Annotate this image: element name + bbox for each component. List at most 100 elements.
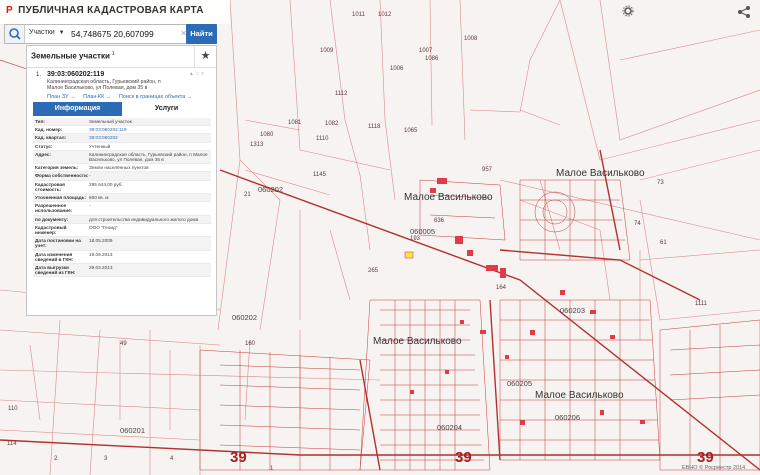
district-label: 39 (697, 449, 714, 466)
info-value: 19.09.2013 (89, 251, 113, 257)
tab-services[interactable]: Услуги (122, 102, 211, 116)
results-panel: Земельные участки 1 ★ 1. 39:03:060202:119… (26, 45, 217, 316)
info-row: Кадастровый инженер: ООО "Геоид" (33, 224, 211, 238)
info-row: Уточненная площадь: 600 кв. м (33, 194, 211, 203)
parcel-number: 1111 (695, 301, 708, 307)
info-row: Дата выгрузки сведений из ГКН: 29.03.2013 (33, 264, 211, 278)
result-cad-number[interactable]: 39:03:060202:119 (47, 71, 212, 78)
share-icon[interactable] (737, 5, 751, 19)
quarter-label: 060201 (120, 426, 145, 435)
parcel-number: 21 (244, 192, 251, 198)
quarter-label: 060202 (232, 313, 257, 322)
selected-parcel-highlight (404, 251, 414, 259)
quarter-label: 060206 (555, 413, 580, 422)
info-key: Форма собственности: (35, 173, 89, 179)
plan-kk-link[interactable]: План КК → (83, 94, 111, 100)
result-address: Калининградская область, Гурьевский райо… (47, 79, 161, 91)
favorite-star-icon[interactable]: ★ (194, 46, 216, 68)
result-count: 1 (111, 51, 115, 57)
parcel-number: 957 (482, 167, 493, 173)
search-input[interactable] (71, 27, 181, 41)
info-row: Тип: Земельный участок (33, 118, 211, 127)
info-key: Категория земель: (35, 165, 79, 171)
search-in-bounds-link[interactable]: Поиск в границах объекта → (119, 94, 192, 100)
parcel-number: 636 (434, 218, 445, 224)
info-value: ООО "Геоид" (89, 224, 118, 230)
rosreestr-logo-icon: P (6, 5, 13, 16)
parcel-number: 73 (657, 180, 664, 186)
settlement-label: Малое Васильково (556, 168, 645, 179)
parcel-number: 1110 (316, 136, 329, 142)
info-table: Тип: Земельный участок Кад. номер: 39:03:06… (33, 118, 211, 278)
parcel-number: 49 (120, 341, 127, 347)
info-row: Кад. квартал: 39:03:060202 (33, 134, 211, 143)
info-key: Адрес: (35, 151, 51, 157)
quarter-label: 060205 (507, 379, 532, 388)
settlement-label: Малое Васильково (535, 390, 624, 401)
parcel-number: 1082 (325, 121, 339, 127)
info-row: Кад. номер: 39:03:060202:119 (33, 126, 211, 135)
quarter-label: 060005 (410, 227, 435, 236)
result-index: 1. (36, 72, 42, 78)
info-value[interactable]: 39:03:060202 (89, 135, 209, 140)
app-header: P ПУБЛИЧНАЯ КАДАСТРОВАЯ КАРТА (0, 0, 230, 24)
quarter-label: 060204 (437, 423, 462, 432)
search-icon[interactable] (5, 25, 25, 43)
info-key: Уточненная площадь: (35, 195, 87, 201)
parcel-number: 1011 (352, 12, 366, 18)
info-value: 29.03.2013 (89, 265, 113, 271)
parcel-number: 164 (496, 285, 507, 291)
parcel-number: 61 (660, 240, 667, 246)
info-row: Статус: Учтенный (33, 143, 211, 151)
parcel-number: 1081 (288, 120, 302, 126)
app-title: P ПУБЛИЧНАЯ КАДАСТРОВАЯ КАРТА (6, 5, 204, 16)
parcel-number: 74 (634, 221, 641, 227)
info-key: Разрешенное использование: (35, 203, 73, 214)
info-value[interactable]: 39:03:060202:119 (89, 127, 209, 132)
info-row: Разрешенное использование: - (33, 202, 211, 216)
parcel-number: 110 (8, 406, 18, 412)
info-row: Кадастровая стоимость: 295 644,00 руб. (33, 181, 211, 195)
search-bar: Участки▼ × Найти (4, 24, 217, 44)
info-value: 18.05.2009 (89, 238, 113, 244)
parcel-number: 193 (410, 236, 421, 242)
parcel-number: 1006 (390, 66, 404, 72)
info-value: Земельный участок (89, 119, 132, 124)
panel-title: Земельные участки 1 (31, 51, 115, 61)
info-value: 600 кв. м (89, 195, 109, 201)
info-key: по документу: (35, 216, 69, 222)
info-value: - (89, 203, 91, 209)
parcel-number: 1065 (404, 128, 418, 134)
parcel-number: 1007 (419, 48, 433, 54)
info-row: Дата постановки на учет: 18.05.2009 (33, 237, 211, 251)
app-title-text: ПУБЛИЧНАЯ КАДАСТРОВАЯ КАРТА (18, 5, 204, 16)
parcel-number: 114 (7, 441, 17, 447)
quarter-label: 060203 (560, 306, 585, 315)
search-type-label: Участки (29, 29, 55, 36)
search-type-select[interactable]: Участки ▼ (29, 29, 65, 36)
info-value: - (89, 173, 91, 179)
info-key: Дата постановки на учет: (35, 238, 81, 249)
result-action-icons[interactable]: ▲ ☆ × (189, 71, 204, 77)
find-button[interactable]: Найти (186, 24, 217, 44)
info-key: Кад. номер: (35, 127, 63, 133)
info-tabs: Информация Услуги (33, 102, 211, 116)
parcel-number: 1012 (378, 12, 392, 18)
parcel-number: 1009 (320, 48, 334, 54)
parcel-number: 265 (368, 268, 379, 274)
info-key: Кадастровый инженер: (35, 224, 67, 236)
panel-title-text: Земельные участки (31, 51, 110, 61)
quarter-label: 060202 (258, 185, 283, 194)
info-key: Статус: (35, 143, 53, 149)
settlement-label: Малое Васильково (373, 336, 462, 347)
info-row: Категория земель: Земли населённых пункто… (33, 164, 211, 173)
chevron-down-icon: ▼ (58, 30, 65, 36)
info-row: Форма собственности: - (33, 172, 211, 181)
parcel-number: 1112 (335, 91, 348, 97)
settings-icon[interactable] (622, 5, 634, 17)
info-key: Кадастровая стоимость: (35, 181, 65, 192)
parcel-number: 1313 (250, 142, 264, 148)
plan-zu-link[interactable]: План ЗУ → (47, 94, 76, 100)
info-key: Кад. квартал: (35, 135, 67, 141)
tab-information[interactable]: Информация (33, 102, 122, 116)
